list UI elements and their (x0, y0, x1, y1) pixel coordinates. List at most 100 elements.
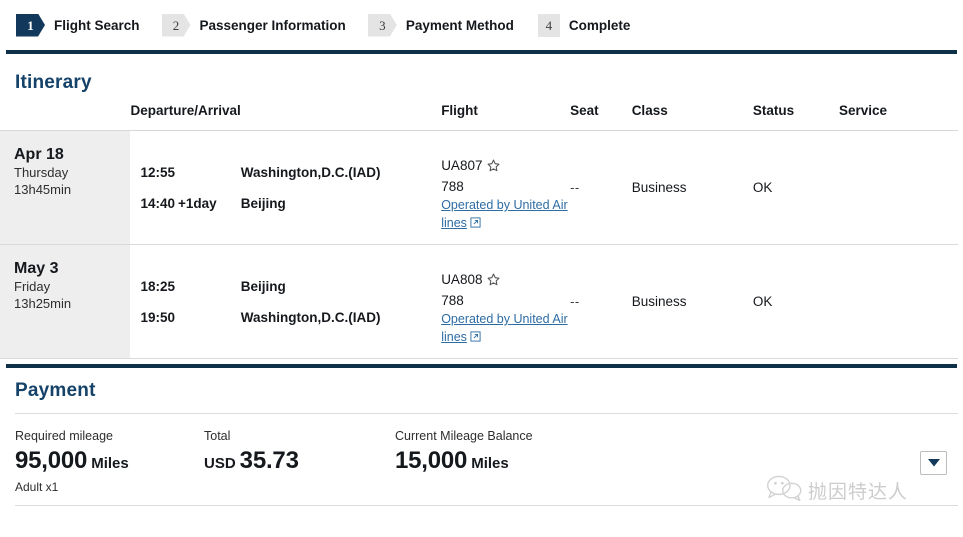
flight-number-line: UA808 (441, 270, 570, 291)
flight-weekday: Friday (14, 279, 51, 294)
seat-value: -- (570, 180, 580, 195)
departure-time: 18:25 (140, 278, 175, 294)
required-mileage-value: 95,000 Miles (15, 446, 204, 479)
departure-city: Beijing (240, 278, 286, 294)
table-row: May 3 Friday 13h25min 18:25 19:50 Beijin… (0, 244, 958, 359)
col-header-city (241, 103, 441, 131)
arrival-time: 14:40 (140, 195, 175, 211)
star-icon (487, 158, 500, 177)
itinerary-table-body: Apr 18 Thursday 13h45min 12:55 14:40 +1da… (0, 130, 958, 359)
flight-date: Apr 18 (14, 146, 64, 163)
col-header-service: Service (838, 103, 887, 118)
arrival-time: 19:50 (140, 309, 175, 325)
current-balance-block: Current Mileage Balance 15,000 Miles (395, 428, 533, 494)
total-label: Total (204, 429, 231, 443)
arrival-time-line: 19:50 (140, 302, 240, 333)
section-divider-top (6, 50, 957, 54)
step-item-passenger-information[interactable]: 2 Passenger Information (161, 13, 346, 37)
flight-number: UA808 (441, 272, 483, 287)
flight-duration: 13h25min (14, 296, 72, 311)
departure-city: Washington,D.C.(IAD) (240, 164, 381, 180)
total-block: Total USD 35.73 (204, 428, 395, 494)
section-divider-middle (6, 364, 957, 368)
step-number-badge-2: 2 (161, 13, 191, 37)
star-icon (487, 272, 500, 291)
payment-summary: Required mileage 95,000 Miles Adult x1 To… (15, 428, 915, 494)
itinerary-table-head: Departure/Arrival Flight Seat Class Stat… (0, 103, 958, 131)
col-header-seat: Seat (570, 103, 599, 118)
itinerary-heading: Itinerary (15, 72, 92, 93)
bottom-divider (15, 505, 958, 506)
flight-info-cell: UA808 788 Operated by United Airlines (441, 245, 570, 359)
required-mileage-block: Required mileage 95,000 Miles Adult x1 (15, 428, 204, 494)
total-value: USD 35.73 (204, 446, 395, 479)
service-value (839, 245, 958, 359)
aircraft-equipment: 788 (441, 179, 464, 194)
operated-by-link[interactable]: Operated by United Airlines (441, 310, 568, 347)
class-value: Business (631, 294, 687, 309)
flight-number: UA807 (441, 158, 483, 173)
flight-times-cell: 18:25 19:50 (130, 245, 240, 359)
col-header-class: Class (631, 103, 668, 118)
step-number-badge-1: 1 (16, 13, 45, 37)
flight-times-cell: 12:55 14:40 +1day (130, 131, 240, 245)
departure-time-line: 12:55 (140, 157, 240, 188)
flight-info-cell: UA807 788 Operated by United Airlines (441, 131, 570, 245)
flight-date-cell: May 3 Friday 13h25min (0, 244, 131, 359)
current-balance-label: Current Mileage Balance (395, 429, 533, 443)
arrival-time-line: 14:40 +1day (140, 188, 240, 219)
flight-cities-cell: Washington,D.C.(IAD) Beijing (241, 131, 441, 245)
flight-date-cell: Apr 18 Thursday 13h45min (0, 130, 131, 245)
step-label-3: Payment Method (405, 17, 514, 33)
flight-number-line: UA807 (441, 156, 570, 177)
status-value: OK (752, 294, 773, 309)
step-item-payment-method[interactable]: 3 Payment Method (367, 13, 514, 37)
operated-by-text: Operated by United Airlines (441, 198, 568, 230)
flight-cities-cell: Beijing Washington,D.C.(IAD) (241, 245, 441, 359)
required-mileage-unit: Miles (91, 455, 129, 472)
aircraft-equipment: 788 (441, 293, 464, 308)
itinerary-table: Departure/Arrival Flight Seat Class Stat… (0, 103, 958, 359)
col-header-status: Status (752, 103, 795, 118)
step-label-4: Complete (568, 17, 631, 33)
col-header-departure-arrival: Departure/Arrival (130, 103, 241, 118)
external-link-icon (470, 215, 481, 233)
passenger-count-note: Adult x1 (15, 480, 59, 494)
col-header-date (0, 103, 130, 131)
total-amount: 35.73 (239, 447, 299, 474)
flight-duration: 13h45min (14, 182, 72, 197)
table-row: Apr 18 Thursday 13h45min 12:55 14:40 +1da… (0, 130, 958, 245)
step-item-complete[interactable]: 4 Complete (537, 13, 631, 37)
class-value: Business (631, 180, 687, 195)
current-balance-value: 15,000 Miles (395, 446, 533, 479)
departure-time-line: 18:25 (140, 271, 240, 302)
service-value (839, 131, 958, 245)
current-balance-amount: 15,000 (395, 447, 468, 474)
payment-heading: Payment (15, 380, 96, 401)
arrival-day-offset: +1day (178, 195, 217, 211)
operated-by-link[interactable]: Operated by United Airlines (441, 196, 568, 233)
step-label-2: Passenger Information (199, 17, 346, 33)
col-header-flight: Flight (441, 103, 478, 118)
chevron-down-icon (927, 454, 940, 472)
arrival-city: Beijing (240, 195, 286, 211)
step-label-1: Flight Search (54, 17, 140, 33)
step-number-badge-3: 3 (367, 13, 397, 37)
step-progress-bar: 1 Flight Search 2 Passenger Information … (0, 0, 963, 50)
current-balance-unit: Miles (471, 455, 509, 472)
step-item-flight-search[interactable]: 1 Flight Search (16, 13, 140, 37)
itinerary-header-row: Departure/Arrival Flight Seat Class Stat… (0, 103, 958, 131)
operated-by-text: Operated by United Airlines (441, 312, 568, 344)
flight-date: May 3 (14, 260, 59, 277)
arrival-city: Washington,D.C.(IAD) (240, 309, 381, 325)
expand-details-button[interactable] (920, 451, 947, 475)
total-currency: USD (204, 455, 236, 472)
required-mileage-amount: 95,000 (15, 447, 88, 474)
seat-value: -- (570, 294, 580, 309)
required-mileage-label: Required mileage (15, 429, 113, 443)
payment-divider (15, 413, 958, 414)
flight-weekday: Thursday (14, 165, 69, 180)
step-number-badge-4: 4 (537, 13, 560, 37)
departure-time: 12:55 (140, 164, 175, 180)
external-link-icon (470, 329, 481, 347)
